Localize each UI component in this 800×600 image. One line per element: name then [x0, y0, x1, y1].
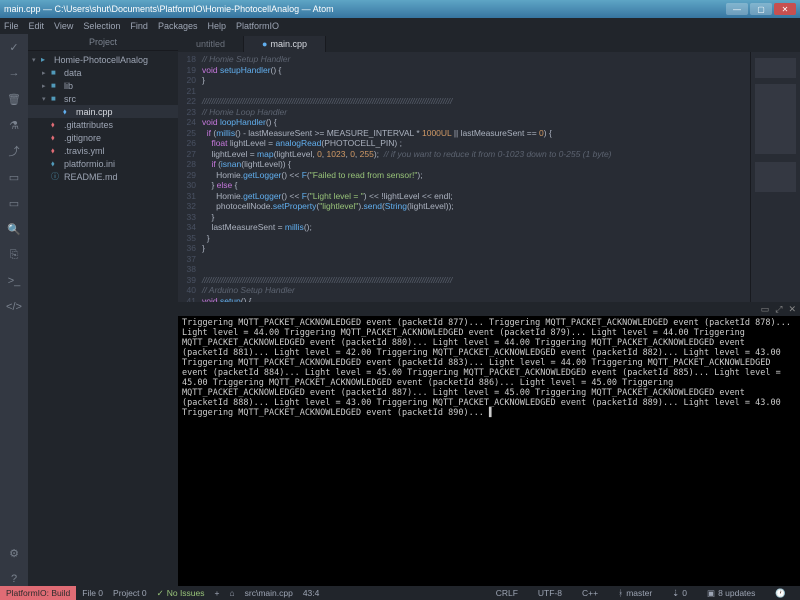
close-button[interactable]: ✕ [774, 3, 796, 15]
tree-folder[interactable]: ▸■data [28, 66, 178, 79]
status-branch[interactable]: ᚼ master [618, 588, 652, 599]
code-editor[interactable]: 18 19 20 21 22 23 24 25 26 27 28 29 30 3… [178, 52, 800, 302]
activity-bar: ✓ → 🗑 ⚗ ⤴ ▭ ▭ 🔍 ⎘ >_ </> ⚙ ? [0, 34, 28, 586]
tree-root-label: Homie-PhotocellAnalog [54, 55, 148, 65]
code-icon[interactable]: </> [7, 300, 21, 314]
window-title: main.cpp — C:\Users\shut\Documents\Platf… [4, 4, 726, 14]
arrow-right-icon[interactable]: → [7, 66, 21, 80]
search-icon[interactable]: 🔍 [7, 222, 21, 236]
status-bar: PlatformIO: Build File 0 Project 0 ✓ No … [0, 586, 800, 600]
status-updates[interactable]: ▣ 8 updates [707, 588, 755, 599]
status-add[interactable]: + [215, 588, 220, 598]
upload-icon[interactable]: ⤴ [7, 144, 21, 158]
gear-icon[interactable]: ⚙ [7, 546, 21, 560]
menu-find[interactable]: Find [130, 21, 148, 31]
menu-edit[interactable]: Edit [29, 21, 45, 31]
minimap[interactable] [750, 52, 800, 302]
tree-file[interactable]: ⬧platformio.ini [28, 157, 178, 170]
line-gutter: 18 19 20 21 22 23 24 25 26 27 28 29 30 3… [178, 52, 202, 302]
terminal-min-icon[interactable]: ▭ [761, 304, 770, 315]
terminal-icon[interactable]: >_ [7, 274, 21, 288]
folder-icon[interactable]: ▭ [7, 196, 21, 210]
tree-folder[interactable]: ▸■lib [28, 79, 178, 92]
trash-icon[interactable]: 🗑 [7, 92, 21, 106]
tree-folder[interactable]: ▾■src [28, 92, 178, 105]
terminal-header: ▭ ⤢ ✕ [178, 302, 800, 316]
status-clock-icon[interactable]: 🕐 [775, 588, 786, 599]
menu-selection[interactable]: Selection [83, 21, 120, 31]
tree-file-main[interactable]: ⬧main.cpp [28, 105, 178, 118]
project-panel: Project ▾▸ Homie-PhotocellAnalog ▸■data … [28, 34, 178, 586]
window-buttons: — ▢ ✕ [726, 3, 796, 15]
terminal-max-icon[interactable]: ⤢ [775, 304, 782, 315]
file-tree[interactable]: ▾▸ Homie-PhotocellAnalog ▸■data ▸■lib ▾■… [28, 51, 178, 185]
tree-file[interactable]: ⓘREADME.md [28, 170, 178, 183]
tabs-bar: untitled ●main.cpp [178, 34, 800, 52]
menu-bar: File Edit View Selection Find Packages Help Pla… [0, 18, 800, 34]
status-cursor[interactable]: 43:4 [303, 588, 320, 598]
status-file[interactable]: File 0 [82, 588, 103, 598]
status-path[interactable]: src\main.cpp [245, 588, 293, 598]
status-fetch[interactable]: ⇣ 0 [672, 588, 687, 599]
menu-platformio[interactable]: PlatformIO [236, 21, 279, 31]
minimize-button[interactable]: — [726, 3, 748, 15]
terminal-close-icon[interactable]: ✕ [788, 304, 796, 315]
beaker-icon[interactable]: ⚗ [7, 118, 21, 132]
status-crlf[interactable]: CRLF [496, 588, 518, 599]
menu-help[interactable]: Help [207, 21, 226, 31]
menu-view[interactable]: View [54, 21, 73, 31]
project-header: Project [28, 34, 178, 51]
titlebar: main.cpp — C:\Users\shut\Documents\Platf… [0, 0, 800, 18]
status-home-icon[interactable]: ⌂ [229, 588, 234, 598]
status-encoding[interactable]: UTF-8 [538, 588, 562, 599]
tree-file[interactable]: ⬧.gitattributes [28, 118, 178, 131]
terminal-panel[interactable]: Triggering MQTT_PACKET_ACKNOWLEDGED even… [178, 316, 800, 586]
book-icon[interactable]: ▭ [7, 170, 21, 184]
tree-file[interactable]: ⬧.travis.yml [28, 144, 178, 157]
tab-untitled[interactable]: untitled [178, 36, 244, 52]
code-text[interactable]: // Homie Setup Handler void setupHandler… [202, 52, 750, 302]
editor-area: untitled ●main.cpp 18 19 20 21 22 23 24 … [178, 34, 800, 586]
status-project[interactable]: Project 0 [113, 588, 147, 598]
status-lang[interactable]: C++ [582, 588, 598, 599]
tab-main[interactable]: ●main.cpp [244, 36, 326, 52]
status-pio-build[interactable]: PlatformIO: Build [0, 586, 76, 600]
maximize-button[interactable]: ▢ [750, 3, 772, 15]
help-icon[interactable]: ? [7, 572, 21, 586]
tree-file[interactable]: ⬧.gitignore [28, 131, 178, 144]
menu-packages[interactable]: Packages [158, 21, 198, 31]
tree-root[interactable]: ▾▸ Homie-PhotocellAnalog [28, 53, 178, 66]
plug-icon[interactable]: ⎘ [7, 248, 21, 262]
status-issues[interactable]: ✓ No Issues [157, 588, 205, 599]
menu-file[interactable]: File [4, 21, 19, 31]
check-icon[interactable]: ✓ [7, 40, 21, 54]
